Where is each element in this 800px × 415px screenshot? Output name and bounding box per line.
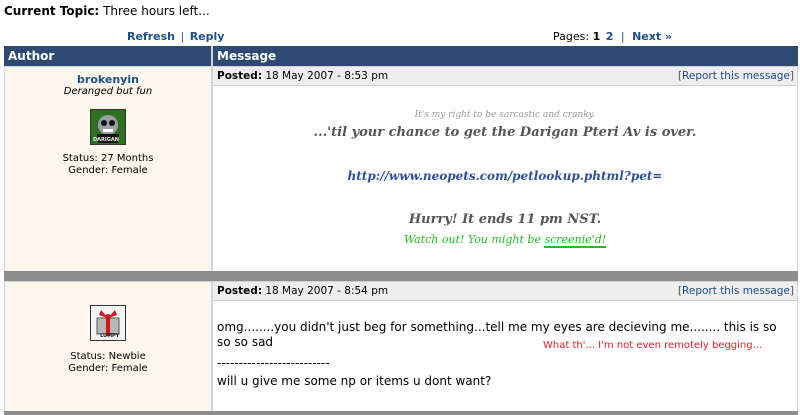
message-divider: --------------------------	[217, 356, 330, 370]
pagination: Pages: 1 2 | Next »	[553, 30, 672, 43]
signature-line-3: Hurry! It ends 11 pm NST.	[408, 212, 602, 227]
topic-title: Three hours left...	[103, 4, 210, 18]
avatar-caption: DARIGAN	[93, 137, 119, 143]
user-title: Deranged but fun	[63, 86, 153, 97]
petlookup-link[interactable]: http://www.neopets.com/petlookup.phtml?p…	[348, 169, 663, 183]
post-separator	[4, 271, 798, 281]
next-page-link[interactable]: Next »	[632, 30, 672, 43]
posted-time: 18 May 2007 - 8:54 pm	[265, 285, 389, 297]
page-2-link[interactable]: 2	[606, 30, 614, 43]
avatar-caption: LUMPY	[100, 333, 120, 339]
current-topic: Current Topic: Three hours left...	[4, 4, 210, 18]
posted-label: Posted:	[217, 285, 263, 297]
user-gender: Gender: Female	[68, 165, 148, 176]
pager-separator: |	[620, 30, 625, 43]
report-bracket-close: ]	[789, 70, 794, 82]
post-message-cell: Posted: 18 May 2007 - 8:54 pm [Report th…	[213, 282, 797, 411]
message-text-2: will u give me some np or items u dont w…	[217, 374, 492, 388]
signature-line-1: It's my right to be sarcastic and cranky…	[414, 110, 596, 120]
screenie-link[interactable]: screenie'd!	[544, 233, 607, 248]
user-avatar: LUMPY	[90, 305, 126, 341]
author-column-header: Author	[4, 46, 211, 66]
user-status: Status: 27 Months	[62, 153, 154, 164]
pages-label: Pages:	[553, 30, 590, 43]
report-message-link[interactable]: Report this message	[682, 285, 790, 297]
posted-time: 18 May 2007 - 8:53 pm	[265, 70, 389, 82]
signature-line-2: ...'til your chance to get the Darigan P…	[313, 125, 697, 140]
post-author-cell: LUMPY Status: Newbie Gender: Female	[5, 282, 211, 411]
post-header: Posted: 18 May 2007 - 8:54 pm [Report th…	[213, 282, 797, 301]
post-header: Posted: 18 May 2007 - 8:53 pm [Report th…	[213, 67, 797, 86]
signature-line-4: Watch out! You might be screenie'd!	[213, 233, 797, 248]
nav-separator: |	[180, 30, 185, 43]
user-avatar: DARIGAN	[90, 109, 126, 145]
edited-aside-text: What th'... I'm not even remotely beggin…	[543, 340, 763, 351]
signature-link[interactable]: http://www.neopets.com/petlookup.phtml?p…	[213, 169, 797, 183]
reply-link[interactable]: Reply	[190, 30, 225, 43]
posts-table: Author Message brokenyin Deranged but fu…	[4, 46, 798, 415]
topic-nav: Refresh | Reply Pages: 1 2 | Next »	[0, 30, 800, 44]
page-current: 1	[592, 30, 601, 43]
user-gender: Gender: Female	[68, 363, 148, 374]
post-message-cell: Posted: 18 May 2007 - 8:53 pm [Report th…	[213, 67, 797, 271]
report-bracket-close: ]	[789, 285, 794, 297]
refresh-link[interactable]: Refresh	[127, 30, 175, 43]
signature-line-4-text: Watch out! You might be	[403, 233, 545, 246]
posted-label: Posted:	[217, 70, 263, 82]
user-status: Status: Newbie	[70, 351, 146, 362]
post-separator	[4, 411, 798, 415]
message-column-header: Message	[213, 46, 798, 66]
post-author-cell: brokenyin Deranged but fun DARIGAN Statu…	[5, 67, 211, 271]
report-message-link[interactable]: Report this message	[682, 70, 790, 82]
username-link[interactable]: brokenyin	[5, 73, 211, 86]
topic-label: Current Topic:	[4, 4, 100, 18]
